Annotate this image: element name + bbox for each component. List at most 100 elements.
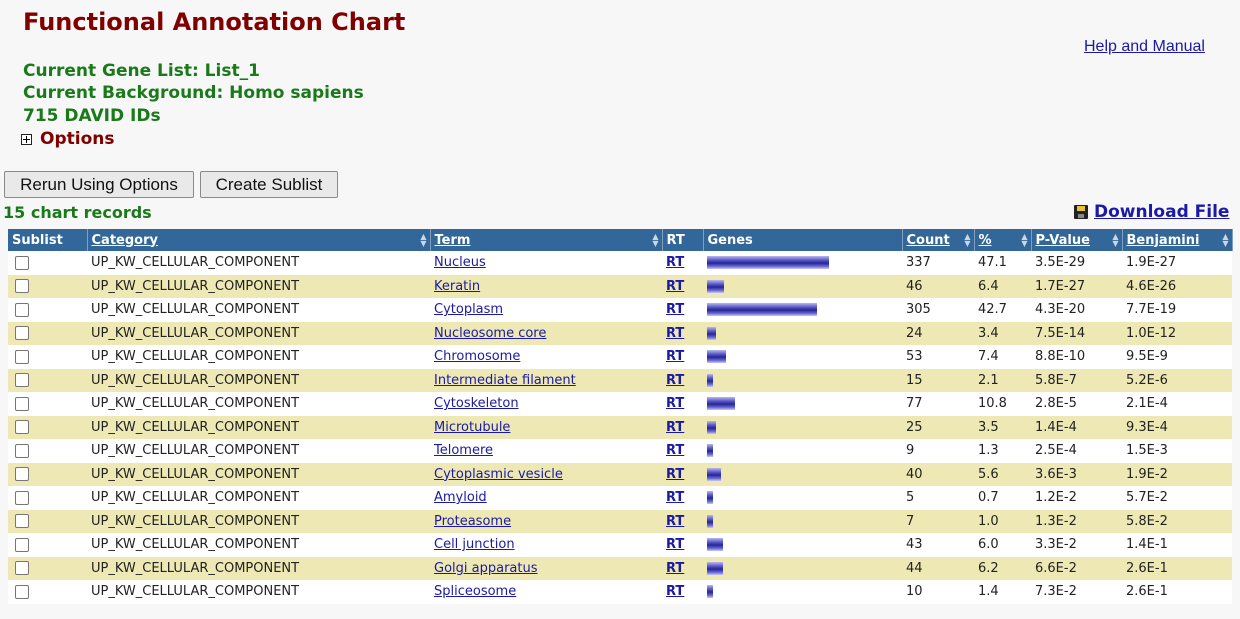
- rt-link[interactable]: RT: [666, 396, 684, 411]
- checkbox-icon[interactable]: [15, 302, 29, 317]
- term-link[interactable]: Cell junction: [434, 537, 515, 552]
- david-id-count: 715 DAVID IDs: [23, 106, 161, 126]
- genes-bar[interactable]: [707, 326, 716, 340]
- checkbox-icon[interactable]: [15, 443, 29, 458]
- term-link[interactable]: Microtubule: [434, 420, 510, 435]
- rt-link[interactable]: RT: [666, 490, 684, 505]
- rt-link[interactable]: RT: [666, 514, 684, 529]
- checkbox-icon[interactable]: [15, 420, 29, 435]
- options-toggle[interactable]: Options: [21, 129, 114, 149]
- term-link[interactable]: Cytoskeleton: [434, 396, 519, 411]
- header-count-label[interactable]: Count: [907, 233, 950, 248]
- genes-cell: [703, 509, 902, 533]
- chart-records-count: 15 chart records: [3, 203, 152, 222]
- options-label[interactable]: Options: [40, 129, 114, 149]
- rt-link[interactable]: RT: [666, 443, 684, 458]
- sublist-cell: [8, 509, 87, 533]
- sort-arrows-icon[interactable]: ▲ ▼: [1112, 233, 1118, 248]
- term-link[interactable]: Telomere: [434, 443, 493, 458]
- table-row: UP_KW_CELLULAR_COMPONENT Cytoskeleton RT 77…: [8, 392, 1232, 416]
- rt-cell: RT: [662, 274, 703, 298]
- checkbox-icon[interactable]: [15, 373, 29, 388]
- term-link[interactable]: Keratin: [434, 279, 480, 294]
- count-cell: 46: [902, 274, 974, 298]
- rt-link[interactable]: RT: [666, 326, 684, 341]
- term-link[interactable]: Spliceosome: [434, 584, 516, 599]
- rt-link[interactable]: RT: [666, 420, 684, 435]
- genes-bar[interactable]: [707, 256, 829, 270]
- term-link[interactable]: Nucleus: [434, 255, 486, 270]
- header-percent[interactable]: % ▲ ▼: [974, 229, 1032, 251]
- genes-bar[interactable]: [707, 467, 721, 481]
- header-category[interactable]: Category ▲ ▼: [87, 229, 431, 251]
- term-link[interactable]: Golgi apparatus: [434, 561, 538, 576]
- term-link[interactable]: Nucleosome core: [434, 326, 546, 341]
- term-link[interactable]: Proteasome: [434, 514, 511, 529]
- checkbox-icon[interactable]: [15, 514, 29, 529]
- checkbox-icon[interactable]: [15, 396, 29, 411]
- rt-link[interactable]: RT: [666, 349, 684, 364]
- checkbox-icon[interactable]: [15, 490, 29, 505]
- rt-link[interactable]: RT: [666, 302, 684, 317]
- category-cell: UP_KW_CELLULAR_COMPONENT: [87, 345, 430, 369]
- genes-bar[interactable]: [707, 373, 713, 387]
- create-sublist-button[interactable]: Create Sublist: [200, 171, 338, 198]
- header-benjamini[interactable]: Benjamini ▲ ▼: [1122, 229, 1233, 251]
- genes-bar[interactable]: [707, 444, 713, 458]
- checkbox-icon[interactable]: [15, 467, 29, 482]
- table-header-row: Sublist Category ▲ ▼ Term ▲ ▼ RT Genes Count…: [8, 229, 1233, 251]
- checkbox-icon[interactable]: [15, 279, 29, 294]
- checkbox-icon[interactable]: [15, 349, 29, 364]
- genes-bar[interactable]: [707, 491, 713, 505]
- pvalue-cell: 5.8E-7: [1031, 368, 1122, 392]
- checkbox-icon[interactable]: [15, 584, 29, 599]
- rt-link[interactable]: RT: [666, 467, 684, 482]
- genes-bar[interactable]: [707, 538, 723, 552]
- term-link[interactable]: Intermediate filament: [434, 373, 576, 388]
- rt-link[interactable]: RT: [666, 561, 684, 576]
- genes-bar[interactable]: [707, 585, 713, 599]
- term-link[interactable]: Chromosome: [434, 349, 520, 364]
- help-manual-link[interactable]: Help and Manual: [1084, 38, 1205, 56]
- header-benjamini-label[interactable]: Benjamini: [1127, 233, 1200, 248]
- header-term[interactable]: Term ▲ ▼: [430, 229, 663, 251]
- rt-link[interactable]: RT: [666, 537, 684, 552]
- sort-arrows-icon[interactable]: ▲ ▼: [1222, 233, 1228, 248]
- sort-arrows-icon[interactable]: ▲ ▼: [420, 233, 426, 248]
- genes-bar[interactable]: [707, 279, 724, 293]
- genes-cell: [703, 321, 902, 345]
- rt-cell: RT: [662, 439, 703, 463]
- term-link[interactable]: Cytoplasm: [434, 302, 503, 317]
- download-file-label[interactable]: Download File: [1094, 202, 1229, 222]
- genes-bar[interactable]: [707, 350, 726, 364]
- header-pvalue[interactable]: P-Value ▲ ▼: [1031, 229, 1123, 251]
- header-term-label[interactable]: Term: [435, 233, 471, 248]
- rt-link[interactable]: RT: [666, 584, 684, 599]
- genes-bar[interactable]: [707, 514, 713, 528]
- sort-arrows-icon[interactable]: ▲ ▼: [652, 233, 658, 248]
- term-link[interactable]: Amyloid: [434, 490, 487, 505]
- header-percent-label[interactable]: %: [979, 233, 992, 248]
- download-file-link[interactable]: Download File: [1074, 202, 1229, 222]
- header-category-label[interactable]: Category: [92, 233, 158, 248]
- genes-bar[interactable]: [707, 420, 716, 434]
- sort-arrows-icon[interactable]: ▲ ▼: [1021, 233, 1027, 248]
- sort-arrows-icon[interactable]: ▲ ▼: [964, 233, 970, 248]
- checkbox-icon[interactable]: [15, 255, 29, 270]
- genes-bar[interactable]: [707, 397, 735, 411]
- rerun-using-options-button[interactable]: Rerun Using Options: [4, 171, 194, 198]
- rt-link[interactable]: RT: [666, 255, 684, 270]
- page-title: Functional Annotation Chart: [23, 8, 406, 36]
- rt-link[interactable]: RT: [666, 373, 684, 388]
- checkbox-icon[interactable]: [15, 537, 29, 552]
- header-pvalue-label[interactable]: P-Value: [1036, 233, 1090, 248]
- header-count[interactable]: Count ▲ ▼: [902, 229, 975, 251]
- table-row: UP_KW_CELLULAR_COMPONENT Microtubule RT 25 3…: [8, 415, 1232, 439]
- genes-bar[interactable]: [707, 303, 817, 317]
- rt-link[interactable]: RT: [666, 279, 684, 294]
- checkbox-icon[interactable]: [15, 326, 29, 341]
- checkbox-icon[interactable]: [15, 561, 29, 576]
- genes-bar[interactable]: [707, 561, 723, 575]
- plus-box-icon[interactable]: [21, 133, 32, 145]
- term-link[interactable]: Cytoplasmic vesicle: [434, 467, 563, 482]
